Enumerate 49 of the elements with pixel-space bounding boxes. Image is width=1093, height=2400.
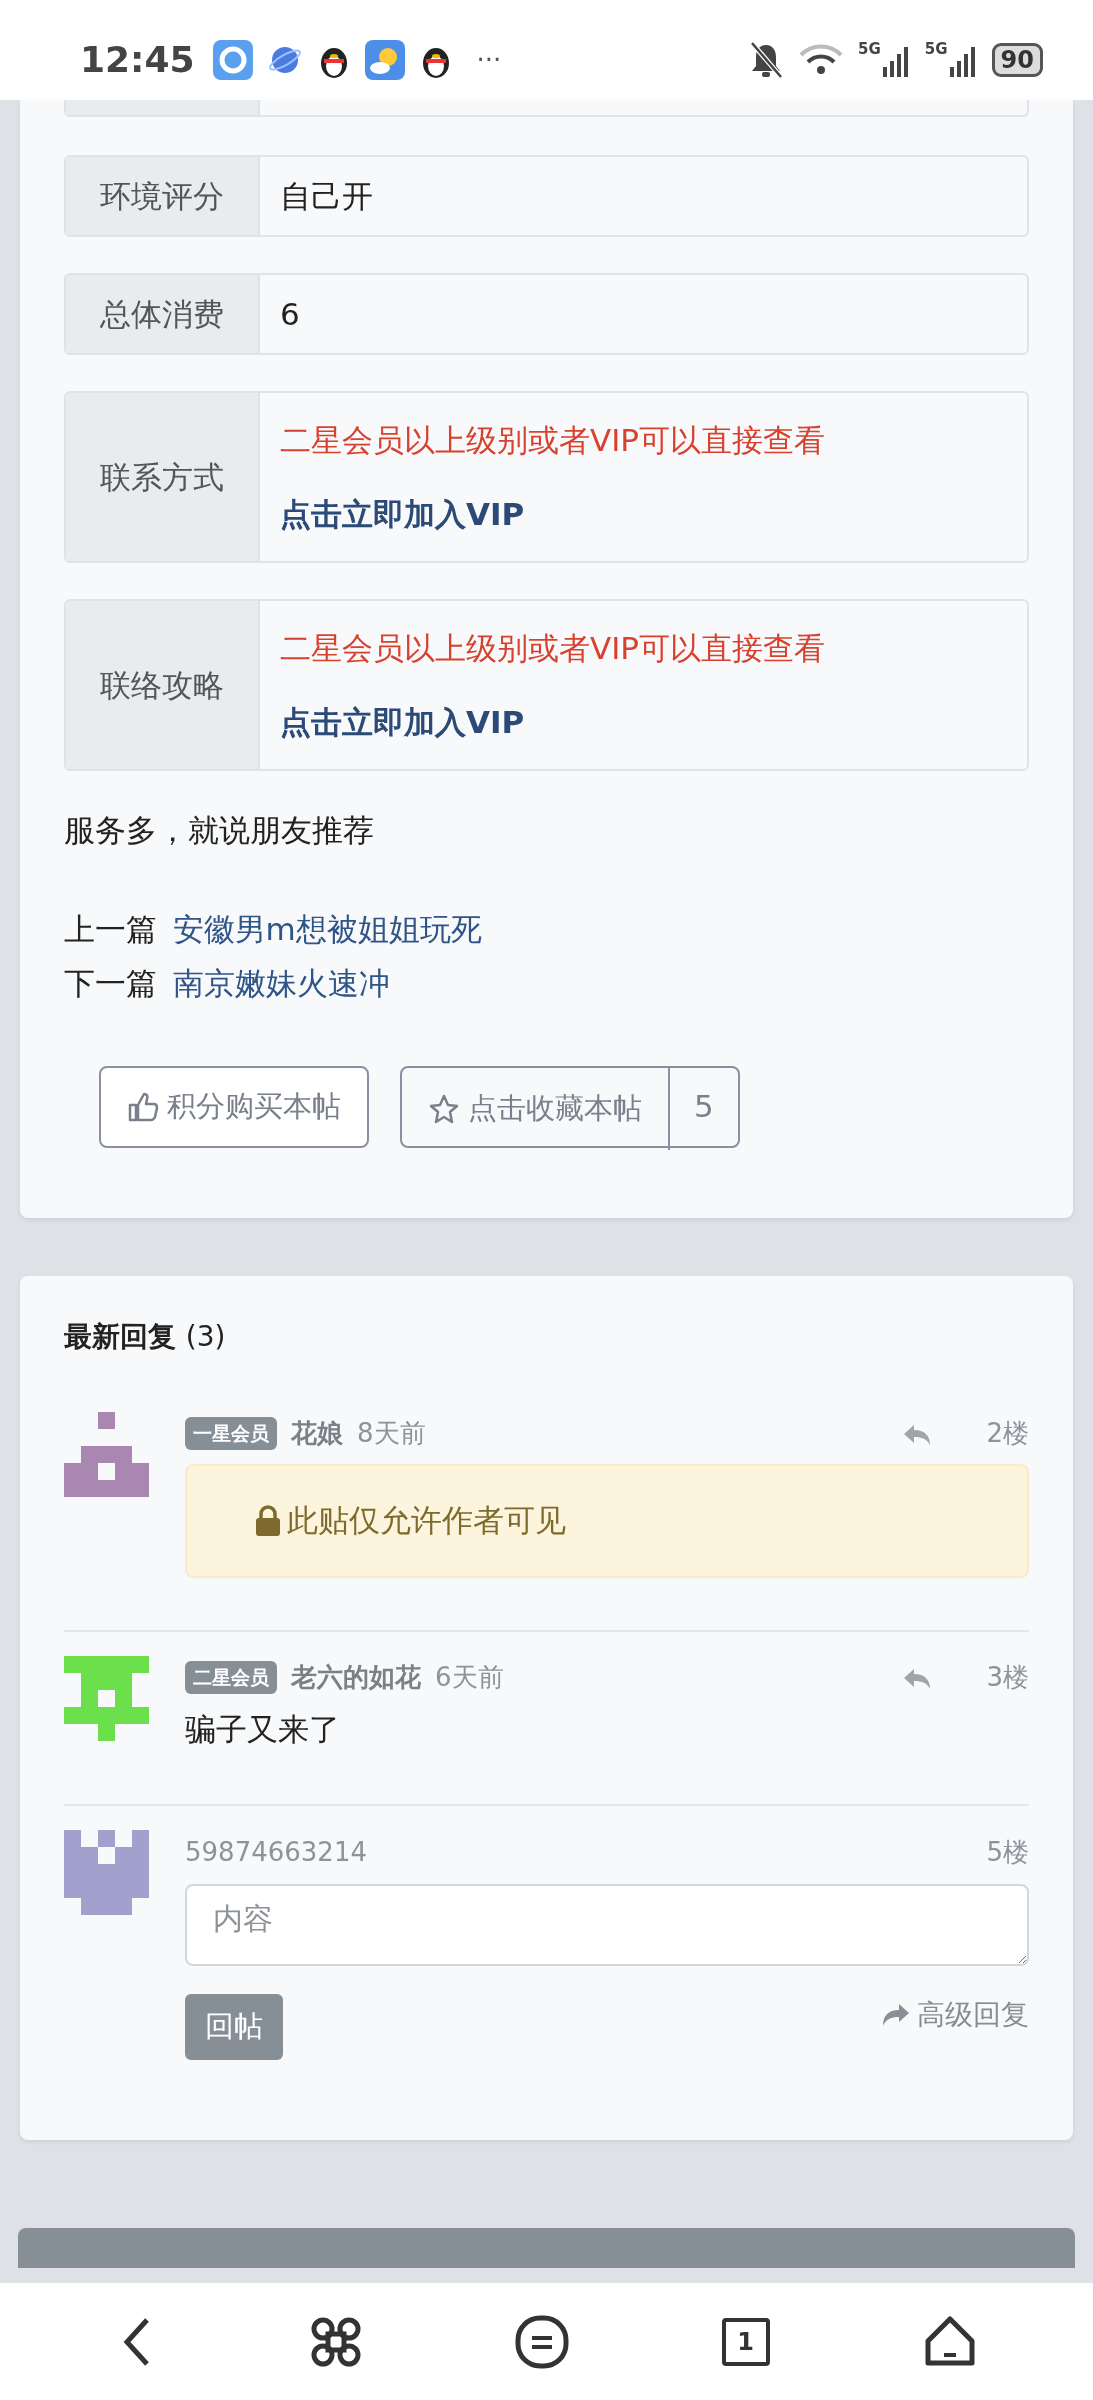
advanced-reply-link[interactable]: 高级回复 [881,1994,1029,2036]
favorite-count: 5 [693,1087,715,1127]
floor-number: 2楼 [986,1417,1029,1450]
member-level-badge: 一星会员 [185,1417,277,1450]
reply-author[interactable]: 花娘 [291,1414,343,1453]
reply-time: 6天前 [435,1661,504,1694]
reply-time: 8天前 [357,1417,426,1450]
join-vip-link[interactable]: 点击立即加入VIP [280,477,525,551]
app-icon [212,40,253,80]
member-level-badge: 二星会员 [185,1661,277,1694]
vip-notice: 二星会员以上级别或者VIP可以直接查看 [280,421,826,460]
favorite-button[interactable]: 点击收藏本帖 [402,1067,670,1150]
post-text: 服务多，就说朋友推荐 [64,811,375,850]
menu-icon[interactable] [514,2314,569,2369]
current-user-id: 59874663214 [185,1835,367,1869]
join-vip-link[interactable]: 点击立即加入VIP [280,685,525,759]
lock-icon [255,1504,281,1537]
post-link[interactable]: 安徽男m想被姐姐玩死 [172,910,482,947]
thumbs-up-icon [127,1090,159,1123]
command-icon[interactable] [309,2315,362,2368]
field-label: 总体消费 [66,275,260,353]
post-link[interactable]: 南京嫩妹火速冲 [172,964,390,1001]
nav-label: 上一篇 [64,910,157,947]
network-type: 5G [924,41,948,57]
floor-number: 5楼 [986,1835,1029,1869]
more-notifications-icon: ··· [476,40,502,80]
tabs-button[interactable]: 1 [721,2317,770,2366]
submit-reply-button[interactable]: 回帖 [185,1994,283,2060]
field-label: 联络攻略 [66,601,260,769]
muted-bell-icon [748,41,785,79]
locked-notice: 此贴仅允许作者可见 [287,1501,566,1541]
field-label: 联系方式 [66,393,260,561]
buy-post-button[interactable]: 积分购买本帖 [99,1065,369,1148]
reply-input-field[interactable]: 内容 [185,1884,1029,1966]
battery-level: 90 [991,43,1043,77]
network-type: 5G [858,41,881,57]
reply-text: 骗子又来了 [185,1709,341,1749]
nav-label: 下一篇 [64,964,157,1001]
status-time: 12:45 [80,38,195,82]
floor-number: 3楼 [986,1661,1029,1694]
replies-heading: 最新回复 (3) [64,1318,227,1355]
field-label: 环境评分 [66,157,260,235]
share-arrow-icon [881,2002,911,2028]
field-value: 自己开 [279,177,374,216]
weather-icon [364,40,405,80]
star-icon [428,1092,460,1125]
reply-author[interactable]: 老六的如花 [291,1658,421,1697]
vip-notice: 二星会员以上级别或者VIP可以直接查看 [280,629,826,668]
field-value: 6 [279,295,301,334]
